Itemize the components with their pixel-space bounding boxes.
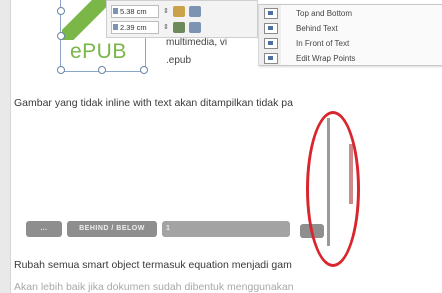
menu-item-label: Edit Wrap Points bbox=[296, 53, 356, 63]
resize-handle-left[interactable] bbox=[57, 32, 65, 40]
resize-handle-bottom[interactable] bbox=[98, 66, 106, 74]
resize-handle-top-left[interactable] bbox=[57, 7, 65, 15]
wrap-text-menu: Top and Bottom Behind Text In Front of T… bbox=[258, 4, 442, 66]
crop-icon[interactable] bbox=[172, 5, 185, 17]
width-input[interactable]: 2.39 cm bbox=[111, 20, 159, 34]
width-spinner-icon[interactable]: ⇕ bbox=[163, 23, 169, 31]
body-text-line: Gambar yang tidak inline with text akan … bbox=[14, 97, 293, 109]
menu-item-behind-text[interactable]: Behind Text bbox=[259, 21, 442, 35]
status-pill-label[interactable]: BEHIND / BELOW bbox=[67, 221, 157, 237]
object-caption-line1: multimedia, vi bbox=[166, 37, 228, 48]
menu-item-label: Top and Bottom bbox=[296, 8, 353, 18]
behind-text-icon bbox=[264, 22, 278, 34]
menu-item-in-front-of-text[interactable]: In Front of Text bbox=[259, 36, 442, 50]
rotate-icon[interactable] bbox=[172, 21, 185, 33]
red-highlight-annotation bbox=[306, 111, 360, 267]
body-text-line: Rubah semua smart object termasuk equati… bbox=[14, 259, 292, 271]
height-input[interactable]: 5.38 cm bbox=[111, 4, 159, 18]
picture-size-toolbar: 5.38 cm ⇕ 2.39 cm ⇕ bbox=[106, 0, 258, 38]
page-left-margin bbox=[0, 0, 11, 293]
body-text-line-faded: Akan lebih baik jika dokumen sudah diben… bbox=[14, 281, 294, 293]
top-bottom-wrap-icon bbox=[264, 7, 278, 19]
menu-item-label: Behind Text bbox=[296, 23, 338, 33]
object-caption-line2: .epub bbox=[166, 55, 192, 66]
resize-handle-bottom-left[interactable] bbox=[57, 66, 65, 74]
height-spinner-icon[interactable]: ⇕ bbox=[163, 7, 169, 15]
front-of-text-icon bbox=[264, 37, 278, 49]
wrap-text-icon[interactable] bbox=[188, 21, 201, 33]
menu-item-top-and-bottom[interactable]: Top and Bottom bbox=[259, 6, 442, 20]
status-pill-field[interactable]: 1 bbox=[162, 221, 290, 237]
edit-wrap-points-icon bbox=[264, 52, 278, 64]
menu-item-edit-wrap-points[interactable]: Edit Wrap Points bbox=[259, 51, 442, 65]
menu-item-label: In Front of Text bbox=[296, 38, 350, 48]
position-icon[interactable] bbox=[188, 5, 201, 17]
resize-handle-bottom-right[interactable] bbox=[140, 66, 148, 74]
status-pill-icon[interactable]: … bbox=[26, 221, 62, 237]
